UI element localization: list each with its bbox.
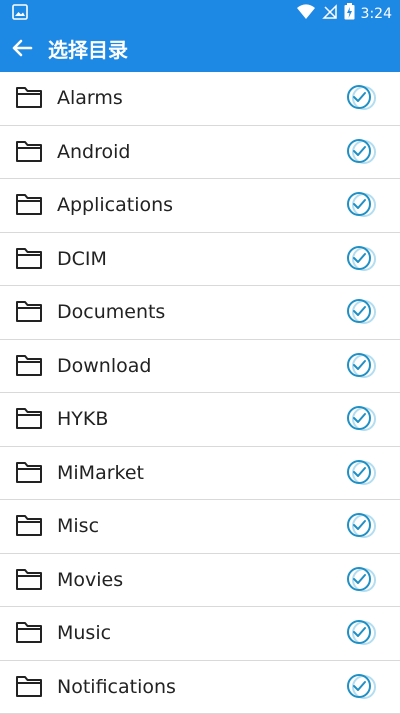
check-circle-icon[interactable] [346, 298, 378, 326]
folder-name: MiMarket [57, 462, 144, 484]
folder-row[interactable]: Download [0, 340, 400, 394]
folder-row[interactable]: Alarms [0, 72, 400, 126]
status-icons: 3:24 [296, 3, 392, 24]
folder-name: Documents [57, 301, 165, 323]
folder-name: Notifications [57, 676, 176, 698]
folder-icon [15, 246, 43, 270]
back-button[interactable] [10, 36, 34, 60]
folder-row[interactable]: Notifications [0, 661, 400, 714]
folder-icon [15, 567, 43, 591]
folder-row[interactable]: Misc [0, 500, 400, 554]
folder-row[interactable]: Movies [0, 554, 400, 608]
folder-list: Alarms Android Applications DCIM Documents Do… [0, 72, 400, 714]
folder-icon [15, 460, 43, 484]
status-time: 3:24 [361, 6, 392, 22]
folder-row[interactable]: DCIM [0, 233, 400, 287]
folder-name: HYKB [57, 408, 108, 430]
check-circle-icon[interactable] [346, 84, 378, 112]
folder-name: Movies [57, 569, 123, 591]
check-circle-icon[interactable] [346, 245, 378, 273]
check-circle-icon[interactable] [346, 566, 378, 594]
check-circle-icon[interactable] [346, 405, 378, 433]
folder-name: Applications [57, 194, 173, 216]
folder-name: Music [57, 622, 111, 644]
folder-icon [15, 139, 43, 163]
folder-icon [15, 192, 43, 216]
folder-row[interactable]: Android [0, 126, 400, 180]
check-circle-icon[interactable] [346, 673, 378, 701]
folder-row[interactable]: Documents [0, 286, 400, 340]
gallery-icon [12, 4, 28, 24]
folder-icon [15, 406, 43, 430]
folder-icon [15, 620, 43, 644]
folder-name: Alarms [57, 87, 123, 109]
folder-name: Misc [57, 515, 99, 537]
check-circle-icon[interactable] [346, 619, 378, 647]
page-title: 选择目录 [48, 34, 128, 63]
wifi-icon [296, 4, 316, 24]
check-circle-icon[interactable] [346, 512, 378, 540]
folder-row[interactable]: MiMarket [0, 447, 400, 501]
check-circle-icon[interactable] [346, 138, 378, 166]
folder-name: DCIM [57, 248, 107, 270]
no-signal-icon [322, 4, 338, 24]
folder-row[interactable]: Music [0, 607, 400, 661]
check-circle-icon[interactable] [346, 352, 378, 380]
check-circle-icon[interactable] [346, 191, 378, 219]
battery-charging-icon [344, 3, 355, 24]
folder-icon [15, 353, 43, 377]
folder-icon [15, 674, 43, 698]
arrow-left-icon [10, 36, 34, 60]
folder-name: Android [57, 141, 130, 163]
folder-name: Download [57, 355, 151, 377]
status-bar: 3:24 [0, 0, 400, 24]
folder-row[interactable]: HYKB [0, 393, 400, 447]
folder-row[interactable]: Applications [0, 179, 400, 233]
folder-icon [15, 85, 43, 109]
app-bar: 选择目录 [0, 24, 400, 72]
check-circle-icon[interactable] [346, 459, 378, 487]
folder-icon [15, 299, 43, 323]
folder-icon [15, 513, 43, 537]
